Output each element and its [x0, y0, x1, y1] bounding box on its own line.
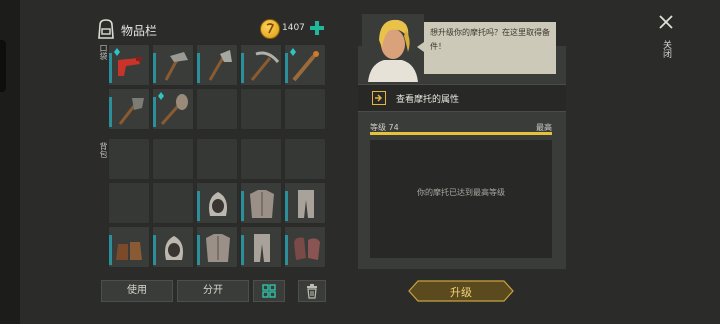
shovel-icon	[118, 98, 144, 125]
chest-armor-icon	[250, 190, 274, 218]
pocket-slot[interactable]	[284, 88, 326, 130]
upgrade-mark-icon	[158, 92, 164, 100]
screen-notch	[0, 40, 6, 92]
pocket-slot[interactable]	[240, 88, 282, 130]
pocket-slot[interactable]	[196, 88, 238, 130]
backpack-slot[interactable]	[152, 182, 194, 224]
trash-icon	[307, 284, 317, 299]
hood-icon	[165, 236, 183, 260]
backpack-slot[interactable]	[284, 138, 326, 180]
chest-armor-icon	[206, 234, 230, 262]
use-button[interactable]: 使用	[101, 280, 173, 302]
coin-count: 1407	[282, 23, 305, 33]
backpack-slot[interactable]	[240, 138, 282, 180]
upgrade-label: 升级	[450, 286, 472, 299]
coin-icon	[260, 19, 280, 39]
inventory-title: 物品栏	[121, 24, 158, 38]
backpack-slot[interactable]	[284, 182, 326, 224]
leg-armor-icon	[254, 234, 270, 262]
pocket-slot[interactable]	[152, 44, 194, 86]
left-edge	[0, 0, 20, 324]
sort-button[interactable]	[253, 280, 285, 302]
backpack-slot[interactable]	[196, 138, 238, 180]
backpack-slot[interactable]	[108, 138, 150, 180]
max-level-box: 你的摩托已达到最高等级	[370, 140, 552, 258]
hood-icon	[209, 192, 227, 216]
level-progress-fill	[370, 132, 552, 135]
npc-portrait	[362, 14, 424, 82]
max-level-message: 你的摩托已达到最高等级	[417, 188, 505, 197]
backpack-slot[interactable]	[152, 226, 194, 268]
pocket-slot[interactable]	[108, 88, 150, 130]
leg-armor-icon	[298, 190, 314, 218]
close-icon[interactable]	[658, 14, 674, 30]
grid-sort-icon	[262, 284, 276, 298]
trash-button[interactable]	[298, 280, 326, 302]
pocket-slot[interactable]	[196, 44, 238, 86]
upgrade-button[interactable]: 升级	[408, 280, 514, 302]
backpack-slot[interactable]	[108, 182, 150, 224]
boots-icon	[116, 242, 142, 260]
view-attributes-label: 查看摩托的属性	[396, 95, 460, 105]
backpack-slot[interactable]	[240, 182, 282, 224]
backpack-slot[interactable]	[284, 226, 326, 268]
backpack-icon	[98, 19, 114, 39]
pocket-slot[interactable]	[240, 44, 282, 86]
upgrade-mark-icon	[114, 48, 120, 56]
npc-speech-bubble: 想升级你的摩托吗？在这里取得备件！	[417, 22, 556, 74]
backpack-slot[interactable]	[240, 226, 282, 268]
backpack-slot[interactable]	[108, 226, 150, 268]
pocket-slot[interactable]	[284, 44, 326, 86]
stone-axe-icon	[208, 50, 232, 81]
level-progress-bar	[370, 132, 552, 135]
close-label[interactable]: 关闭	[660, 40, 673, 58]
arrow-right-icon	[372, 91, 386, 105]
add-coins-icon[interactable]	[308, 19, 326, 37]
split-button[interactable]: 分开	[177, 280, 249, 302]
pocket-slot[interactable]	[108, 44, 150, 86]
inventory-header: 物品栏 1407	[96, 16, 328, 44]
backpack-slot[interactable]	[196, 226, 238, 268]
view-attributes-row[interactable]: 查看摩托的属性	[358, 84, 566, 112]
upgrade-mark-icon	[290, 48, 296, 56]
stone-hammer-icon	[164, 52, 188, 81]
backpack-slot[interactable]	[152, 138, 194, 180]
pickaxe-icon	[250, 51, 280, 81]
pocket-slot[interactable]	[152, 88, 194, 130]
backpack-slot[interactable]	[196, 182, 238, 224]
gloves-icon	[294, 237, 320, 260]
